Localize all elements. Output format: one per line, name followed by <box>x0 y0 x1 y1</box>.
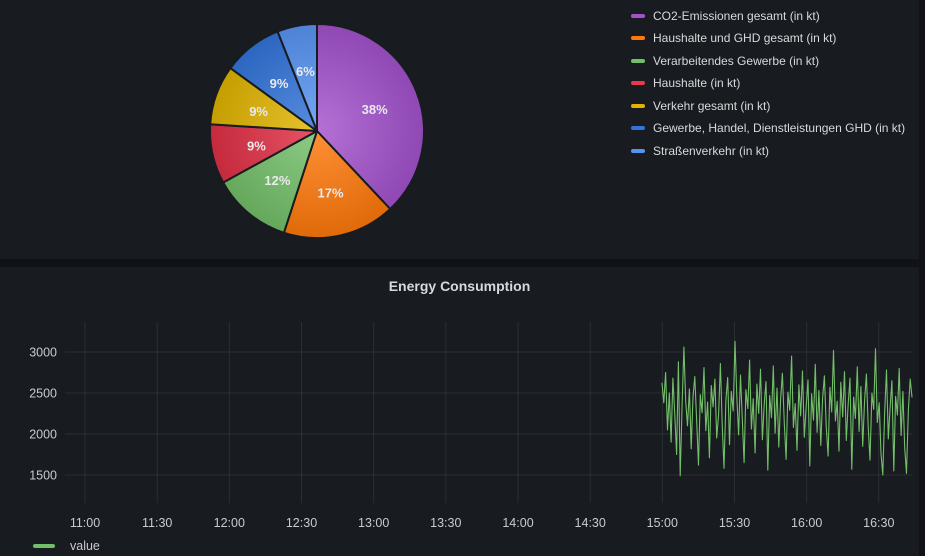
legend-swatch <box>631 36 645 40</box>
x-tick-label: 11:00 <box>70 516 100 530</box>
legend-label: value <box>70 539 100 553</box>
y-axis-labels: 3000 2500 2000 1500 <box>29 346 57 483</box>
legend-item-label: Verkehr gesamt (in kt) <box>653 99 770 113</box>
x-tick-label: 16:30 <box>863 516 894 530</box>
y-tick-label: 2500 <box>29 387 57 401</box>
grafana-dashboard: { "page": { "bg": "#111217", "panel_bg":… <box>0 0 925 556</box>
legend-item-label: CO2-Emissionen gesamt (in kt) <box>653 9 820 23</box>
y-tick-label: 3000 <box>29 346 57 360</box>
pie-slice-percentage-label: 9% <box>247 139 266 154</box>
legend-item[interactable]: Verarbeitendes Gewerbe (in kt) <box>631 54 905 67</box>
y-tick-label: 1500 <box>29 469 57 483</box>
pie-slice-percentage-label: 38% <box>362 102 388 117</box>
x-tick-label: 14:00 <box>502 516 533 530</box>
legend-item[interactable]: Haushalte und GHD gesamt (in kt) <box>631 32 905 45</box>
y-tick-label: 2000 <box>29 428 57 442</box>
legend-item[interactable]: Gewerbe, Handel, Dienstleistungen GHD (i… <box>631 122 905 135</box>
pie-slice-percentage-label: 17% <box>317 186 343 201</box>
x-tick-label: 12:00 <box>214 516 245 530</box>
pie-legend: CO2-Emissionen gesamt (in kt) Haushalte u… <box>631 9 905 157</box>
legend-swatch <box>631 59 645 63</box>
x-tick-label: 11:30 <box>142 516 172 530</box>
legend-swatch <box>33 544 55 548</box>
x-tick-label: 12:30 <box>286 516 317 530</box>
pie-slice-percentage-label: 6% <box>296 64 315 79</box>
pie-slice-percentage-label: 9% <box>249 104 268 119</box>
x-tick-label: 16:00 <box>791 516 822 530</box>
grid-lines <box>65 322 912 503</box>
pie-slice-percentage-label: 9% <box>270 76 289 91</box>
legend-item-label: Gewerbe, Handel, Dienstleistungen GHD (i… <box>653 121 905 135</box>
legend-swatch <box>631 14 645 18</box>
legend-item-label: Verarbeitendes Gewerbe (in kt) <box>653 54 819 68</box>
legend-item[interactable]: Straßenverkehr (in kt) <box>631 144 905 157</box>
legend-item-label: Haushalte (in kt) <box>653 76 740 90</box>
legend-item[interactable]: CO2-Emissionen gesamt (in kt) <box>631 9 905 22</box>
legend-swatch <box>631 126 645 130</box>
pie-panel: 38%17%12%9%9%9%6% CO2-Emissionen gesamt … <box>0 0 919 259</box>
legend-item-label: Straßenverkehr (in kt) <box>653 144 769 158</box>
x-tick-label: 13:00 <box>358 516 389 530</box>
x-tick-label: 15:00 <box>647 516 678 530</box>
pie-slice-percentage-label: 12% <box>264 173 290 188</box>
legend-item[interactable]: Verkehr gesamt (in kt) <box>631 99 905 112</box>
legend-item[interactable]: Haushalte (in kt) <box>631 77 905 90</box>
value-series-line <box>662 341 912 476</box>
legend-item-label: Haushalte und GHD gesamt (in kt) <box>653 31 836 45</box>
x-tick-label: 15:30 <box>719 516 750 530</box>
x-tick-label: 13:30 <box>430 516 461 530</box>
x-axis-labels: 11:00 11:30 12:00 12:30 13:00 13:30 14:00 14:30… <box>70 516 895 530</box>
legend-swatch <box>631 81 645 85</box>
legend-swatch <box>631 149 645 153</box>
timeseries-chart: 3000 2500 2000 1500 11:00 11:30 12:00 12:30 13:0… <box>0 267 919 556</box>
x-tick-label: 14:30 <box>575 516 606 530</box>
legend-swatch <box>631 104 645 108</box>
timeseries-legend-item[interactable]: value <box>33 539 100 553</box>
timeseries-panel: Energy Consumption 300025002000150011:00… <box>0 267 919 556</box>
